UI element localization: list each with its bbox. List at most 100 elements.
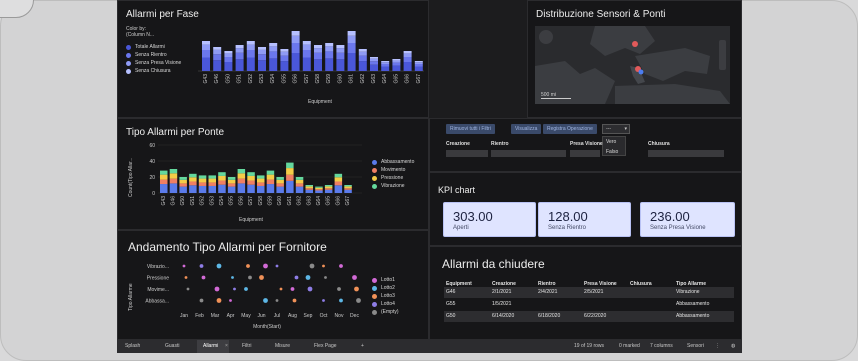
legend-label: Lotto4	[381, 301, 395, 307]
table-cell: 6/18/2020	[538, 313, 561, 319]
creazione-input[interactable]	[446, 150, 488, 157]
panel-title: Andamento Tipo Allarmi per Fornitore	[128, 240, 327, 254]
bar-segment	[247, 175, 255, 181]
bar-segment	[392, 60, 401, 63]
bar-segment	[198, 182, 207, 186]
legend-item[interactable]: Lotto1	[372, 276, 399, 284]
bar-segment	[314, 48, 322, 53]
table-row[interactable]: G55 1/5/2021 Abbassamento	[444, 299, 734, 310]
bar-segment	[235, 59, 244, 71]
bar-segment	[324, 185, 333, 187]
bar-segment	[286, 162, 294, 169]
bar-segment	[280, 51, 289, 56]
panel-tipo-ponte: Tipo Allarmi per Ponte 60 40 20 0 Count(Tipo…	[117, 118, 429, 230]
show-button[interactable]: Visualizza	[511, 124, 542, 134]
legend-swatch	[126, 60, 131, 66]
bar-segment	[280, 49, 289, 52]
legend-item[interactable]: Vibrazione	[372, 182, 414, 190]
legend-item[interactable]: Senza Chiusura	[126, 67, 181, 75]
reset-filters-button[interactable]: Rimuovi tutti i Filtri	[446, 124, 495, 134]
legend-item[interactable]: (Empty)	[372, 308, 399, 316]
ponte-stacked-chart[interactable]: 60 40 20 0 Count(Tipo Allar... G43 G46 G50 G51 G5…	[126, 137, 366, 225]
option-vero[interactable]: Vero	[603, 137, 625, 147]
bar-segment	[344, 186, 352, 189]
bar-segment	[235, 45, 244, 49]
scatter-point	[290, 287, 295, 291]
legend-item[interactable]: Senza Rientro	[126, 51, 181, 59]
add-page-icon[interactable]: +	[361, 343, 364, 349]
dashboard-screen: Allarmi per Fase Color by: (Column N... …	[117, 0, 742, 353]
tab-filtri[interactable]: Filtri	[242, 343, 251, 349]
table-row[interactable]: G46 2/1/2021 2/4/2021 2/5/2021 Vibrazione	[444, 287, 734, 298]
rientro-input[interactable]	[491, 150, 566, 157]
tick-label: G56	[293, 74, 299, 84]
legend-label: Senza Rientro	[135, 52, 167, 58]
fase-bar-chart[interactable]: G43 G46 G50 G51 G52 G53 G54 G55 G56 G57 G58 G59 G60 G…	[198, 21, 428, 111]
kpi-card-senza-rientro: 128.00 Senza Rientro	[538, 202, 631, 237]
tab-guasti[interactable]: Guasti	[165, 343, 179, 349]
scatter-point	[352, 275, 357, 280]
legend-item[interactable]: Lotto4	[372, 300, 399, 308]
panel-title: KPI chart	[438, 185, 476, 195]
tab-misure[interactable]: Misure	[275, 343, 290, 349]
legend-swatch	[372, 309, 377, 315]
bar-segment	[189, 181, 197, 186]
sensor-map[interactable]: 500 mi	[535, 26, 730, 104]
table-row[interactable]: G50 6/14/2020 6/18/2020 6/22/2020 Abbassamen…	[444, 311, 734, 322]
legend-item[interactable]: Movimento	[372, 166, 414, 174]
data-table-selector[interactable]: Sensori	[687, 343, 704, 349]
scatter-point	[354, 286, 359, 292]
legend-item[interactable]: Pressione	[372, 174, 414, 182]
option-falso[interactable]: Falso	[603, 147, 625, 157]
bar-segment	[381, 64, 390, 67]
tick-label: G67	[345, 196, 351, 206]
panel-title: Allarmi per Fase	[126, 9, 199, 20]
tick-label: G63	[371, 74, 377, 84]
bar-segment	[291, 53, 300, 71]
tick-label: G52	[200, 196, 206, 206]
bar-segment	[344, 189, 352, 193]
legend-item[interactable]: Abbassamento	[372, 158, 414, 166]
legend-item[interactable]: Totale Allarmi	[126, 43, 181, 51]
close-icon[interactable]: ×	[225, 343, 228, 349]
value-dropdown[interactable]: --- ▾	[602, 124, 630, 134]
bar-segment	[237, 183, 246, 193]
zoom-controls[interactable]	[719, 40, 726, 70]
month-tick-label: Jan	[180, 313, 188, 319]
bar-segment	[160, 179, 168, 185]
register-operation-button[interactable]: Registra Operazione	[543, 124, 597, 134]
fornitore-scatter-chart[interactable]: Tipo Allarme Vibrazio... Pressione Movime..…	[124, 256, 364, 338]
row-label: Abbassa...	[145, 299, 169, 305]
legend-item[interactable]: Lotto2	[372, 284, 399, 292]
tab-splash[interactable]: Splash	[125, 343, 140, 349]
bar-segment	[246, 44, 255, 50]
tab-flex-page[interactable]: Flex Page	[314, 343, 337, 349]
color-by-column[interactable]: (Column N...	[126, 32, 154, 38]
bar-segment	[336, 45, 345, 49]
presa-visione-input[interactable]	[570, 150, 600, 157]
bar-segment	[198, 178, 207, 183]
more-icon[interactable]: ⋮	[715, 343, 720, 349]
bar-segment	[381, 62, 390, 64]
tab-allarmi[interactable]: Allarmi	[203, 343, 218, 349]
legend-item[interactable]: Senza Presa Visione	[126, 59, 181, 67]
table-cell: Abbassamento	[676, 313, 710, 319]
bar-segment	[269, 51, 278, 59]
bar-segment	[403, 57, 412, 62]
bar-segment	[247, 180, 255, 185]
settings-icon[interactable]: ◍	[731, 343, 735, 349]
tick-label: G59	[326, 74, 332, 84]
tick-label: G62	[360, 74, 366, 84]
tick-label: G64	[316, 196, 322, 206]
bar-segment	[305, 189, 313, 193]
legend-item[interactable]: Lotto3	[372, 292, 399, 300]
tick-label: G46	[214, 74, 220, 84]
chiusura-input[interactable]	[648, 150, 724, 157]
bar-segment	[370, 61, 378, 65]
tick-label: G50	[225, 74, 231, 84]
layers-icon[interactable]	[539, 30, 553, 44]
scatter-point	[186, 287, 190, 291]
ponte-legend: Abbassamento Movimento Pressione Vibrazione	[372, 158, 414, 190]
table-header: Equipment Creazione Rientro Presa Visione Ch…	[444, 279, 734, 287]
bar-segment	[208, 175, 216, 179]
